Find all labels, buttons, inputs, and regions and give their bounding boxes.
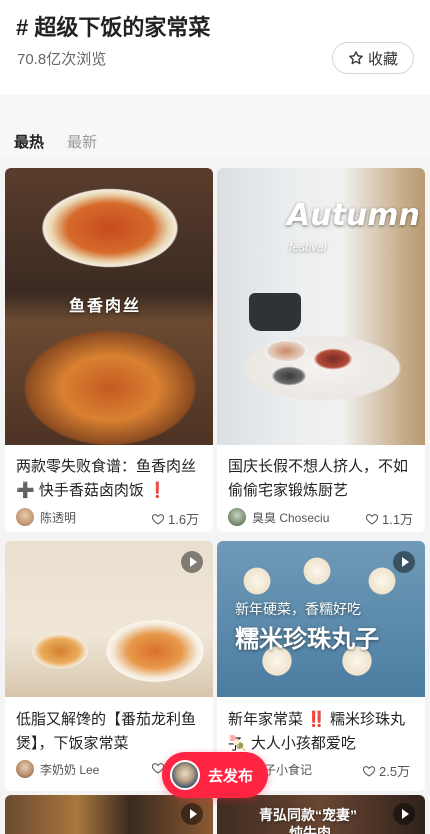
star-icon (349, 51, 363, 65)
bowl-shape (271, 366, 307, 386)
avatar (16, 508, 34, 526)
avatar (228, 508, 246, 526)
like-button[interactable]: 1.6万 (151, 509, 199, 528)
author-name: 李奶奶 Lee (40, 762, 100, 777)
topic-title: # 超级下饭的家常菜 (16, 15, 211, 40)
like-button[interactable]: 1.1万 (365, 509, 413, 528)
video-play-icon (393, 551, 415, 573)
pot-shape (249, 293, 301, 331)
cover-title: 糯米珍珠丸子 (235, 626, 379, 653)
note-title-line: 低脂又解馋的【番茄龙利鱼 (16, 711, 197, 728)
note-title-line: 🍡 大人小孩都爱吃 (228, 735, 356, 752)
note-author[interactable]: 陈透明 (16, 508, 76, 526)
publish-label: 去发布 (208, 767, 254, 785)
favorite-label: 收藏 (367, 50, 398, 68)
cover-subtitle: 炖牛肉 (289, 825, 331, 834)
plate-shape (313, 348, 353, 370)
note-title-line: 国庆长假不想人挤人，不如 (228, 458, 409, 475)
video-play-icon (181, 551, 203, 573)
heart-icon (362, 765, 376, 777)
like-count: 2.5万 (379, 764, 411, 779)
cover-title: 青弘同款“宠妻” (259, 807, 357, 823)
sort-tabs: 最热 最新 (0, 95, 430, 158)
tab-newest[interactable]: 最新 (67, 131, 97, 152)
avatar (16, 760, 34, 778)
note-author[interactable]: 李奶奶 Lee (16, 760, 99, 778)
note-card[interactable] (5, 795, 213, 834)
tab-hottest[interactable]: 最热 (14, 131, 44, 152)
cover-subtitle: festival (289, 240, 327, 254)
favorite-button[interactable]: 收藏 (332, 42, 414, 74)
cover-title: Autumn (287, 198, 420, 233)
note-author[interactable]: 臭臭 Choseciu (228, 508, 329, 526)
cover-title: 鱼香肉丝 (69, 298, 142, 315)
note-card[interactable]: 青弘同款“宠妻” 炖牛肉 (217, 795, 425, 834)
like-button[interactable]: 2.5万 (362, 761, 410, 780)
video-play-icon (393, 803, 415, 825)
like-count: 1.1万 (382, 512, 414, 527)
like-count: 1.6万 (168, 512, 200, 527)
note-title-line: 偷偷宅家锻炼厨艺 (228, 482, 349, 499)
heart-icon (365, 513, 379, 525)
note-title-line: ➕ 快手香菇卤肉饭 ❗ (16, 482, 167, 499)
note-card[interactable]: Autumn festival 国庆长假不想人挤人，不如 偷偷宅家锻炼厨艺 臭臭… (217, 168, 425, 532)
publish-button[interactable]: 去发布 (162, 752, 268, 798)
publish-thumbnail (170, 760, 200, 790)
topic-header: # 超级下饭的家常菜 70.8亿次浏览 收藏 (0, 0, 430, 95)
author-name: 陈透明 (40, 510, 77, 525)
view-count: 70.8亿次浏览 (17, 51, 107, 68)
cover-subtitle: 新年硬菜，香糯好吃 (235, 601, 361, 617)
video-play-icon (181, 803, 203, 825)
heart-icon (151, 513, 165, 525)
author-name: 臭臭 Choseciu (252, 510, 330, 525)
note-title-line: 两款零失败食谱：鱼香肉丝 (16, 458, 197, 475)
plate-shape (265, 340, 307, 362)
note-card[interactable]: 鱼香肉丝 两款零失败食谱：鱼香肉丝 ➕ 快手香菇卤肉饭 ❗ 陈透明 1.6万 (5, 168, 213, 532)
